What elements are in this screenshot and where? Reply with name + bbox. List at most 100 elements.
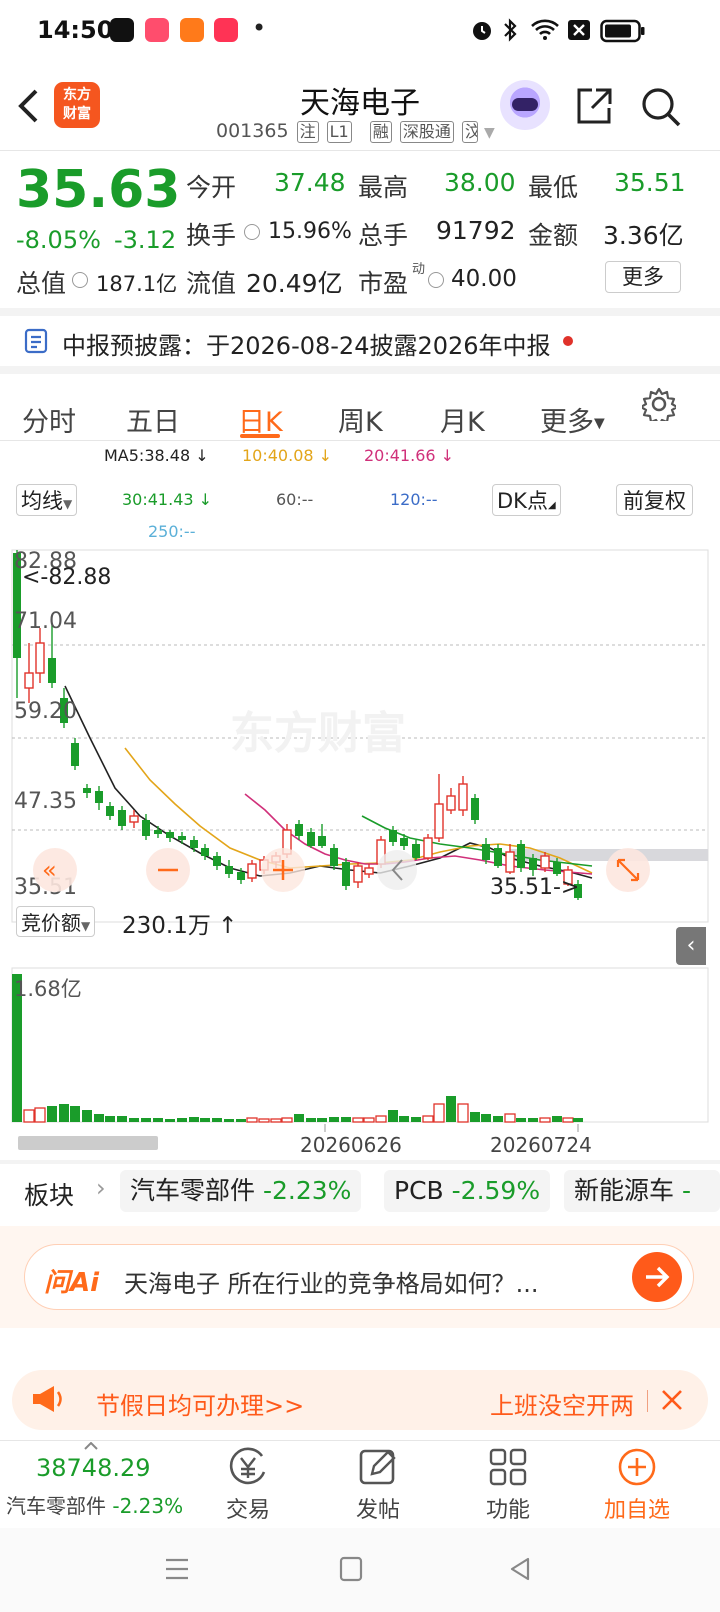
nav-trade-label: 交易 bbox=[225, 1498, 270, 1523]
promo-right-text[interactable]: 上班没空开两 bbox=[490, 1386, 640, 1421]
volume-bar bbox=[363, 1117, 375, 1123]
notice-bar[interactable]: 中报预披露：于2026-08-24披露2026年中报 bbox=[62, 326, 551, 361]
volume-bar bbox=[573, 1118, 583, 1122]
nav-trade[interactable]: 交易 bbox=[220, 1446, 276, 1524]
tab-yuek[interactable]: 月K bbox=[440, 400, 485, 439]
volume-bar bbox=[258, 1118, 270, 1123]
sector-label[interactable]: 板块 bbox=[24, 1176, 74, 1212]
y-label-2: 71.04 bbox=[14, 609, 77, 634]
status-time: 14:50 bbox=[37, 16, 114, 44]
sector-pct: -2.23% bbox=[262, 1176, 352, 1205]
volume-bar bbox=[34, 1107, 46, 1123]
tab-more[interactable]: 更多▼ bbox=[540, 400, 605, 439]
index-value[interactable]: 38748.29 bbox=[36, 1454, 151, 1482]
mktcap-info-icon[interactable] bbox=[72, 272, 88, 288]
volume-bar bbox=[516, 1118, 526, 1122]
change-amount: -3.12 bbox=[114, 226, 177, 254]
index-name: 汽车零部件 bbox=[6, 1494, 106, 1518]
menu-icon[interactable] bbox=[164, 1556, 190, 1582]
turnover-value: 15.96% bbox=[268, 219, 352, 244]
tag-shengutong: 深股通 bbox=[399, 121, 454, 143]
candle-body bbox=[129, 815, 139, 823]
volume-bar bbox=[352, 1117, 364, 1123]
tab-wuri[interactable]: 五日 bbox=[126, 400, 180, 439]
date-placeholder bbox=[18, 1136, 158, 1150]
scroll-prev-button[interactable] bbox=[377, 850, 417, 890]
settings-gear-icon[interactable] bbox=[642, 387, 676, 421]
zoom-out-button[interactable] bbox=[146, 848, 190, 892]
share-icon[interactable] bbox=[574, 86, 614, 126]
nav-post[interactable]: 发帖 bbox=[350, 1446, 406, 1524]
ai-send-button[interactable] bbox=[632, 1252, 682, 1302]
volume-select[interactable]: 竞价额▼ bbox=[16, 906, 96, 937]
min-marker: 35.51-> bbox=[490, 875, 579, 900]
zoom-in-button[interactable] bbox=[261, 848, 305, 892]
volume-chart[interactable]: 1.68亿 20260626 20260724 bbox=[0, 966, 720, 1156]
dk-point-button[interactable]: DK点◢ bbox=[492, 484, 561, 516]
current-price: 35.63 bbox=[16, 160, 181, 220]
volume-bar bbox=[446, 1096, 456, 1122]
tab-zhouk[interactable]: 周K bbox=[338, 400, 383, 439]
pe-info-icon[interactable] bbox=[428, 272, 444, 288]
sector-chip-nev[interactable]: 新能源车 - bbox=[564, 1170, 720, 1212]
candle-body bbox=[529, 858, 537, 870]
candle-body bbox=[118, 810, 126, 826]
fuquan-button[interactable]: 前复权 bbox=[616, 484, 693, 516]
volume-bar bbox=[539, 1117, 551, 1123]
ma250-value: 250:-- bbox=[148, 522, 196, 541]
turnover-info-icon[interactable] bbox=[244, 224, 260, 240]
scroll-left-button[interactable]: « bbox=[33, 848, 77, 892]
pe-value: 40.00 bbox=[451, 266, 517, 292]
search-icon[interactable] bbox=[640, 86, 682, 128]
sector-arrow-icon[interactable]: › bbox=[96, 1174, 106, 1202]
volume-bar bbox=[294, 1114, 304, 1122]
nav-functions[interactable]: 功能 bbox=[480, 1446, 536, 1524]
dk-point-label: DK点 bbox=[497, 489, 548, 513]
volume-bar bbox=[165, 1119, 175, 1122]
candle-body bbox=[446, 795, 456, 811]
ma-select[interactable]: 均线▼ bbox=[16, 484, 78, 516]
index-line[interactable]: 汽车零部件 -2.23% bbox=[6, 1490, 183, 1519]
volume-bars bbox=[12, 974, 583, 1123]
side-panel-toggle[interactable]: ‹ bbox=[676, 927, 706, 965]
home-icon[interactable] bbox=[338, 1555, 364, 1583]
tags-expand-icon[interactable]: ▼ bbox=[484, 125, 495, 141]
turnover-label: 换手 bbox=[186, 221, 237, 250]
close-icon[interactable] bbox=[660, 1388, 684, 1412]
megaphone-icon bbox=[33, 1386, 62, 1412]
back-nav-icon[interactable] bbox=[508, 1556, 532, 1582]
ai-logo: 问Ai bbox=[44, 1268, 100, 1298]
add-circle-icon bbox=[618, 1448, 656, 1486]
volume-bar bbox=[457, 1103, 469, 1123]
mktcap-value: 187.1亿 bbox=[96, 272, 178, 296]
fullscreen-button[interactable] bbox=[606, 848, 650, 892]
more-quote-button[interactable]: 更多 bbox=[605, 261, 681, 293]
tab-fenshi[interactable]: 分时 bbox=[22, 400, 76, 439]
candle-body bbox=[353, 865, 363, 883]
volume-bar bbox=[117, 1116, 127, 1122]
kline-chart[interactable]: 东方财富 82.88 <-82.88 71.04 59.20 47.35 35.… bbox=[0, 548, 720, 924]
volume-label: 总手 bbox=[358, 221, 409, 250]
volume-bar bbox=[270, 1118, 282, 1123]
volume-bar bbox=[153, 1118, 163, 1122]
sector-pct: - bbox=[681, 1176, 691, 1205]
volume-bar bbox=[236, 1119, 246, 1122]
robot-avatar-icon[interactable] bbox=[500, 80, 550, 130]
sector-name: 新能源车 bbox=[574, 1176, 675, 1205]
candle-body bbox=[201, 848, 209, 856]
sector-chip-auto-parts[interactable]: 汽车零部件 -2.23% bbox=[120, 1170, 362, 1212]
candle-body bbox=[482, 844, 490, 860]
candle-body bbox=[342, 862, 350, 886]
candle-body bbox=[517, 844, 525, 868]
candle-body bbox=[166, 832, 174, 838]
pe-label: 市盈 bbox=[358, 269, 409, 298]
volume-bar bbox=[504, 1113, 516, 1123]
index-up-arrow-icon bbox=[84, 1442, 98, 1450]
candle-body bbox=[295, 824, 303, 836]
sector-chip-pcb[interactable]: PCB -2.59% bbox=[384, 1170, 551, 1212]
nav-add-watchlist[interactable]: 加自选 bbox=[594, 1446, 680, 1524]
candle-body bbox=[412, 844, 420, 858]
high-value: 38.00 bbox=[444, 168, 516, 197]
promo-left-text[interactable]: 节假日均可办理>> bbox=[96, 1386, 304, 1421]
trade-yen-icon bbox=[229, 1447, 266, 1485]
